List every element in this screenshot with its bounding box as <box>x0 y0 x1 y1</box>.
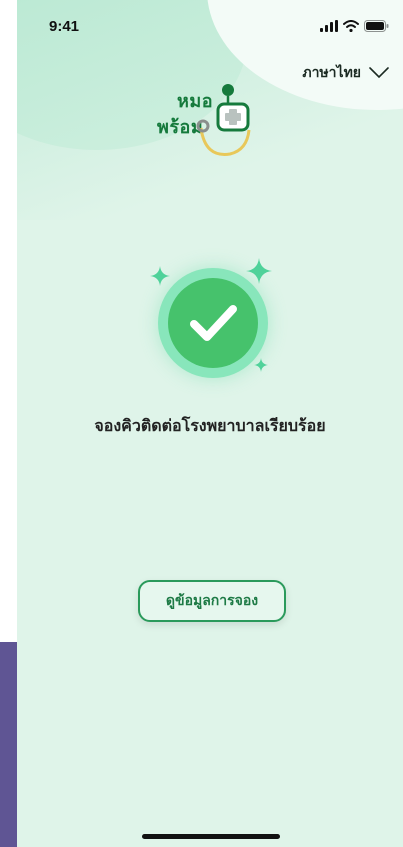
stethoscope-icon <box>196 84 251 156</box>
battery-icon <box>364 20 389 32</box>
language-label: ภาษาไทย <box>302 65 361 81</box>
wifi-icon <box>343 20 359 32</box>
language-selector[interactable]: ภาษาไทย <box>302 62 389 84</box>
status-icons <box>320 20 389 32</box>
check-circle-icon <box>168 278 258 368</box>
home-indicator[interactable] <box>142 834 280 839</box>
success-indicator <box>148 258 278 382</box>
status-bar: 9:41 <box>17 0 403 46</box>
view-booking-label: ดูข้อมูลการจอง <box>165 593 259 609</box>
phone-screen: 9:41 ภาษาไทย หมอ พร้อม จองคิวติดต่อโรงพย… <box>17 0 403 847</box>
success-message: จองคิวติดต่อโรงพยาบาลเรียบร้อย <box>94 416 326 435</box>
side-strip <box>0 642 17 847</box>
app-logo: หมอ พร้อม <box>155 80 255 160</box>
status-time: 9:41 <box>49 18 80 35</box>
sparkle-icon <box>150 266 170 286</box>
cellular-signal-icon <box>320 20 338 32</box>
view-booking-button[interactable]: ดูข้อมูลการจอง <box>138 580 286 622</box>
chevron-down-icon <box>369 67 389 79</box>
